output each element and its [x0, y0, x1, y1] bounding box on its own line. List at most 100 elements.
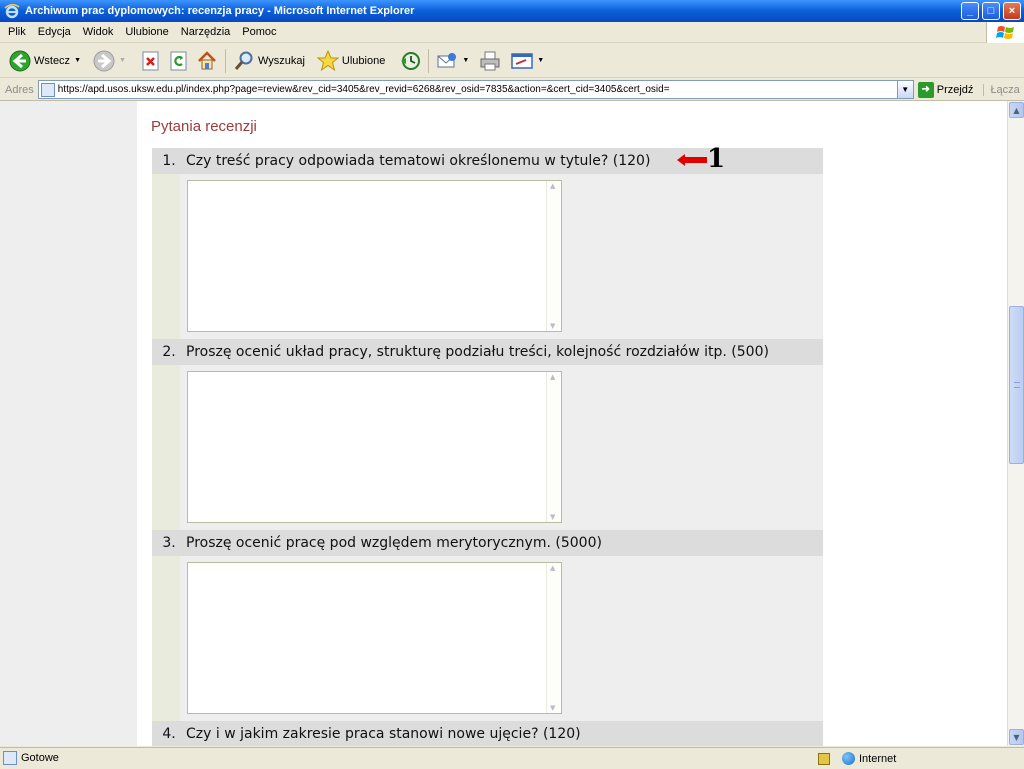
- go-label: Przejdź: [936, 83, 974, 96]
- back-dropdown-icon[interactable]: ▼: [74, 57, 81, 64]
- menu-pomoc[interactable]: Pomoc: [236, 26, 282, 38]
- toolbar: Wstecz ▼ ▼ Wyszukaj Ulubione ▼ ▼: [0, 44, 1024, 78]
- close-icon: ×: [1008, 5, 1016, 17]
- home-icon: [196, 50, 218, 72]
- favorites-star-icon: [316, 49, 340, 72]
- answer-textarea-2[interactable]: [187, 371, 562, 523]
- grip-icon: [1014, 382, 1020, 388]
- refresh-icon: [168, 50, 190, 72]
- question-header: 3. Proszę ocenić pracę pod względem mery…: [152, 530, 823, 556]
- question-text: Czy i w jakim zakresie praca stanowi now…: [186, 726, 581, 742]
- search-magnifier-icon: [233, 50, 255, 72]
- status-bar: Gotowe Internet: [0, 747, 1024, 768]
- minimize-icon: _: [966, 5, 974, 17]
- page-icon: [40, 82, 55, 97]
- favorites-label: Ulubione: [341, 54, 386, 67]
- search-label: Wyszukaj: [257, 54, 305, 67]
- number-column: [152, 174, 180, 339]
- menu-bar: Plik Edycja Widok Ulubione Narzędzia Pom…: [0, 22, 1024, 43]
- question-number: 1.: [162, 153, 176, 169]
- edit-page-icon: [511, 50, 534, 72]
- scroll-down-icon: ▼: [550, 513, 556, 521]
- refresh-button[interactable]: [165, 47, 193, 75]
- menu-narzedzia[interactable]: Narzędzia: [175, 26, 237, 38]
- annotation-number: 1: [707, 144, 726, 174]
- menu-ulubione[interactable]: Ulubione: [119, 26, 174, 38]
- question-number: 3.: [162, 535, 176, 551]
- close-button[interactable]: ×: [1003, 2, 1021, 20]
- maximize-icon: □: [987, 5, 995, 17]
- scroll-down-icon: ▼: [550, 322, 556, 330]
- textarea-scrollbar[interactable]: ▲ ▼: [546, 372, 561, 522]
- status-zone: Internet: [812, 748, 896, 769]
- search-button[interactable]: Wyszukaj: [230, 47, 308, 75]
- question-body: ▲ ▼: [152, 556, 823, 721]
- go-button[interactable]: ➜ Przejdź: [917, 81, 974, 98]
- scroll-down-arrow-icon[interactable]: ▼: [1009, 729, 1024, 745]
- ie-logo-icon: [4, 3, 20, 19]
- edit-button[interactable]: ▼: [508, 47, 547, 75]
- page-viewport: Pytania recenzji 1. Czy treść pracy odpo…: [0, 101, 1007, 746]
- question-number: 2.: [162, 344, 176, 360]
- page-scrollbar[interactable]: ▲ ▼: [1007, 101, 1024, 746]
- address-dropdown-icon[interactable]: ▼: [896, 81, 913, 98]
- scroll-up-icon: ▲: [550, 182, 556, 190]
- question-text: Czy treść pracy odpowiada tematowi okreś…: [186, 153, 651, 169]
- go-arrow-icon: ➜: [917, 81, 934, 98]
- menu-edycja[interactable]: Edycja: [32, 26, 77, 38]
- address-input[interactable]: https://apd.usos.uksw.edu.pl/index.php?p…: [37, 80, 914, 99]
- right-margin: [836, 101, 1007, 746]
- address-bar: Adres https://apd.usos.uksw.edu.pl/index…: [0, 79, 1024, 101]
- question-header: 2. Proszę ocenić układ pracy, strukturę …: [152, 339, 823, 365]
- textarea-scrollbar[interactable]: ▲ ▼: [546, 181, 561, 331]
- links-button[interactable]: Łącza: [983, 83, 1020, 96]
- answer-textarea-3[interactable]: [187, 562, 562, 714]
- review-questions: 1. Czy treść pracy odpowiada tematowi ok…: [152, 148, 823, 746]
- number-column: [152, 556, 180, 721]
- left-sidebar: [0, 101, 137, 746]
- edit-dropdown-icon[interactable]: ▼: [537, 57, 544, 64]
- back-arrow-icon: [9, 50, 31, 72]
- history-button[interactable]: [396, 47, 424, 75]
- menu-widok[interactable]: Widok: [77, 26, 120, 38]
- lock-icon: [818, 752, 830, 765]
- window-title: Archiwum prac dyplomowych: recenzja prac…: [25, 5, 415, 17]
- scroll-up-arrow-icon[interactable]: ▲: [1009, 102, 1024, 118]
- stop-icon: [140, 50, 162, 72]
- minimize-button[interactable]: _: [961, 2, 979, 20]
- mail-dropdown-icon[interactable]: ▼: [462, 57, 469, 64]
- status-text: Gotowe: [21, 752, 59, 764]
- question-number: 4.: [162, 726, 176, 742]
- question-body: ▲ ▼: [152, 174, 823, 339]
- windows-flag-icon: [986, 22, 1024, 43]
- question-text: Proszę ocenić układ pracy, strukturę pod…: [186, 344, 769, 360]
- back-button[interactable]: Wstecz ▼: [6, 47, 84, 75]
- page-done-icon: [3, 751, 17, 765]
- mail-button[interactable]: ▼: [433, 47, 472, 75]
- question-body: ▲ ▼: [152, 365, 823, 530]
- number-column: [152, 365, 180, 530]
- question-header: 4. Czy i w jakim zakresie praca stanowi …: [152, 721, 823, 746]
- favorites-button[interactable]: Ulubione: [314, 47, 388, 75]
- question-text: Proszę ocenić pracę pod względem merytor…: [186, 535, 602, 551]
- back-label: Wstecz: [34, 54, 71, 67]
- menu-plik[interactable]: Plik: [0, 26, 32, 38]
- toolbar-separator: [428, 48, 430, 73]
- red-arrow-icon: [677, 154, 707, 166]
- stop-button[interactable]: [137, 47, 165, 75]
- forward-button[interactable]: ▼: [90, 47, 129, 75]
- mail-envelope-icon: [436, 50, 458, 72]
- zone-label: Internet: [859, 752, 897, 765]
- scroll-up-icon: ▲: [550, 564, 556, 572]
- scroll-down-icon: ▼: [550, 704, 556, 712]
- scroll-thumb[interactable]: [1009, 306, 1024, 464]
- window-titlebar: Archiwum prac dyplomowych: recenzja prac…: [0, 0, 1024, 22]
- home-button[interactable]: [193, 47, 221, 75]
- print-button[interactable]: [476, 47, 504, 75]
- address-url[interactable]: https://apd.usos.uksw.edu.pl/index.php?p…: [58, 84, 670, 95]
- maximize-button[interactable]: □: [982, 2, 1000, 20]
- textarea-scrollbar[interactable]: ▲ ▼: [546, 563, 561, 713]
- forward-dropdown-icon[interactable]: ▼: [119, 57, 126, 64]
- section-title: Pytania recenzji: [151, 118, 257, 135]
- answer-textarea-1[interactable]: [187, 180, 562, 332]
